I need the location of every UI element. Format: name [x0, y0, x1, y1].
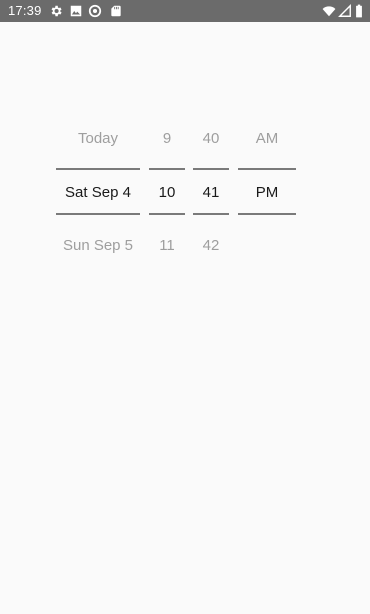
date-time-picker: Today Sat Sep 4 Sun Sep 5 9 10 11 40 41 …: [0, 0, 370, 614]
minute-divider-top: [193, 168, 229, 170]
ampm-selected[interactable]: PM: [238, 183, 296, 203]
day-divider-top: [56, 168, 140, 170]
hour-previous[interactable]: 9: [149, 129, 185, 149]
hour-divider-bottom: [149, 213, 185, 215]
day-next[interactable]: Sun Sep 5: [56, 236, 140, 256]
minute-divider-bottom: [193, 213, 229, 215]
minute-selected[interactable]: 41: [193, 183, 229, 203]
day-selected[interactable]: Sat Sep 4: [56, 183, 140, 203]
hour-divider-top: [149, 168, 185, 170]
hour-selected[interactable]: 10: [149, 183, 185, 203]
hour-next[interactable]: 11: [149, 236, 185, 256]
minute-next[interactable]: 42: [193, 236, 229, 256]
minute-column[interactable]: 40 41 42: [193, 120, 229, 265]
day-previous[interactable]: Today: [56, 129, 140, 149]
ampm-divider-bottom: [238, 213, 296, 215]
ampm-column[interactable]: AM PM: [238, 120, 296, 265]
ampm-divider-top: [238, 168, 296, 170]
minute-previous[interactable]: 40: [193, 129, 229, 149]
ampm-previous[interactable]: AM: [238, 129, 296, 149]
hour-column[interactable]: 9 10 11: [149, 120, 185, 265]
day-divider-bottom: [56, 213, 140, 215]
day-column[interactable]: Today Sat Sep 4 Sun Sep 5: [56, 120, 140, 265]
